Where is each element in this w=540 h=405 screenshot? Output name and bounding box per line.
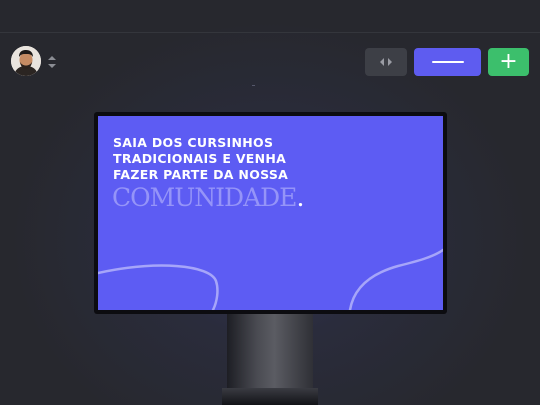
user-avatar[interactable] <box>11 46 41 76</box>
highlight-text: COMUNIDADE <box>112 183 297 212</box>
headline-text: SAIA DOS CURSINHOS TRADICIONAIS E VENHA … <box>113 135 289 182</box>
marker-dot <box>252 85 255 86</box>
minus-button[interactable] <box>414 48 481 76</box>
monitor-preview: SAIA DOS CURSINHOS TRADICIONAIS E VENHA … <box>94 112 447 314</box>
minus-bar-icon <box>431 61 464 63</box>
highlight-dot: . <box>296 183 304 212</box>
top-divider <box>0 32 540 33</box>
code-view-button[interactable] <box>365 48 407 76</box>
avatar-icon <box>11 46 41 76</box>
highlight-word: COMUNIDADE. <box>112 183 304 213</box>
sort-updown-icon[interactable] <box>47 55 57 69</box>
add-button[interactable]: + <box>488 48 529 76</box>
code-arrows-icon <box>380 58 392 66</box>
monitor-stand-base <box>222 388 318 405</box>
monitor-screen: SAIA DOS CURSINHOS TRADICIONAIS E VENHA … <box>98 116 443 310</box>
